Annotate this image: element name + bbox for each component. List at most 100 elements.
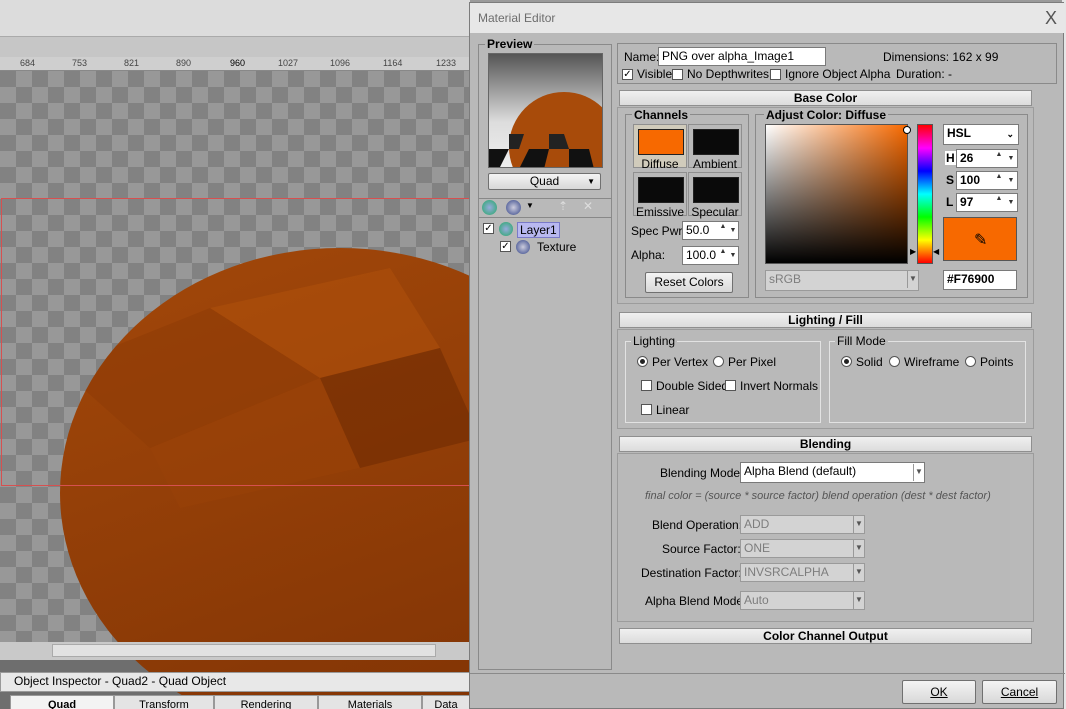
colorspace-value: sRGB (769, 272, 802, 286)
current-color-swatch[interactable]: ✎ (943, 217, 1017, 261)
spinner-down-icon[interactable]: ▼ (1006, 177, 1016, 185)
texture-checkbox[interactable]: ✓ (500, 241, 511, 252)
visible-label: Visible (637, 67, 673, 81)
delete-icon[interactable]: ✕ (583, 199, 593, 213)
layer-icon (499, 222, 513, 236)
ambient-label: Ambient (692, 157, 738, 171)
layer1-checkbox[interactable]: ✓ (483, 223, 494, 234)
destination-factor-label: Destination Factor: (641, 566, 742, 580)
blend-operation-value: ADD (744, 517, 770, 531)
dialog-titlebar: Material Editor X (470, 3, 1065, 33)
saturation-lightness-picker[interactable] (765, 124, 911, 264)
spinner-down-icon[interactable]: ▼ (728, 252, 738, 260)
spinner-up-icon[interactable]: ▲ (994, 151, 1004, 159)
solid-radio[interactable] (841, 356, 852, 367)
specular-swatch (693, 177, 739, 203)
wireframe-radio[interactable] (889, 356, 900, 367)
add-layer-icon[interactable] (482, 200, 497, 215)
per-pixel-radio[interactable] (713, 356, 724, 367)
tab-quad[interactable]: Quad (10, 695, 114, 709)
spinner-up-icon[interactable]: ▲ (718, 248, 728, 256)
hex-input[interactable]: #F76900 (943, 270, 1017, 290)
chevron-down-icon: ▼ (853, 540, 864, 557)
color-mode-value: HSL (947, 126, 971, 140)
ruler-tick: 1096 (330, 58, 351, 68)
layer1-label[interactable]: Layer1 (517, 222, 560, 238)
hue-slider[interactable] (917, 124, 933, 264)
spinner-down-icon[interactable]: ▼ (728, 227, 738, 235)
destination-factor-value: INVSRCALPHA (744, 565, 829, 579)
chevron-down-icon[interactable]: ▼ (526, 201, 534, 210)
colorspace-select: sRGB ▼ (765, 270, 919, 291)
tab-rendering[interactable]: Rendering (214, 695, 318, 709)
spec-pwr-label: Spec Pwr: (631, 224, 686, 238)
diffuse-channel[interactable]: Diffuse (633, 124, 687, 171)
reset-colors-button[interactable]: Reset Colors (645, 272, 733, 293)
footer-divider (470, 673, 1065, 674)
no-depthwrites-checkbox[interactable] (672, 69, 683, 80)
color-mode-select[interactable]: HSL ⌄ (943, 124, 1019, 145)
emissive-label: Emissive (635, 205, 684, 219)
alpha-blend-mode-select: Auto ▼ (740, 591, 865, 610)
ruler-tick: 960 (230, 58, 246, 68)
blending-mode-select[interactable]: Alpha Blend (default) ▼ (740, 462, 925, 483)
tab-data[interactable]: Data (422, 695, 470, 709)
material-preview (488, 53, 603, 168)
chevron-down-icon: ▼ (853, 516, 864, 533)
hue-slider-right-arrow-icon[interactable]: ◀ (933, 247, 939, 256)
blending-header[interactable]: Blending (619, 436, 1032, 452)
ruler-tick: 1233 (436, 58, 457, 68)
ambient-channel[interactable]: Ambient (688, 124, 742, 171)
ok-button[interactable]: OK (902, 680, 976, 704)
hue-slider-left-arrow-icon[interactable]: ▶ (910, 247, 916, 256)
visible-checkbox[interactable]: ✓ (622, 69, 633, 80)
source-factor-select: ONE ▼ (740, 539, 865, 558)
invert-normals-checkbox[interactable] (725, 380, 736, 391)
h-label: H (945, 151, 956, 165)
adjust-color-label: Adjust Color: Diffuse (764, 108, 888, 122)
alpha-blend-mode-label: Alpha Blend Mode: (645, 594, 747, 608)
add-texture-icon[interactable] (506, 200, 521, 215)
close-icon[interactable]: X (1045, 9, 1065, 29)
specular-channel[interactable]: Specular (688, 172, 742, 219)
inspector-tabs: Quad Transform Rendering Materials Data (0, 695, 470, 709)
linear-checkbox[interactable] (641, 404, 652, 415)
chevron-down-icon: ▼ (853, 564, 864, 581)
name-input[interactable]: PNG over alpha_Image1 (658, 47, 826, 66)
spinner-up-icon[interactable]: ▲ (718, 223, 728, 231)
source-factor-label: Source Factor: (662, 542, 741, 556)
emissive-channel[interactable]: Emissive (633, 172, 687, 219)
move-up-icon[interactable]: ⇡ (558, 199, 568, 213)
spinner-down-icon[interactable]: ▼ (1006, 199, 1016, 207)
base-color-header[interactable]: Base Color (619, 90, 1032, 106)
scrollbar-thumb[interactable] (52, 644, 436, 657)
texture-label[interactable]: Texture (537, 240, 576, 254)
alpha-label: Alpha: (631, 248, 666, 262)
preview-shape-dropdown[interactable]: Quad ▼ (488, 173, 601, 190)
blend-formula: final color = (source * source factor) b… (645, 490, 991, 502)
lighting-fill-header[interactable]: Lighting / Fill (619, 312, 1032, 328)
tab-materials[interactable]: Materials (318, 695, 422, 709)
spinner-down-icon[interactable]: ▼ (1006, 155, 1016, 163)
ignore-alpha-checkbox[interactable] (770, 69, 781, 80)
linear-label: Linear (656, 403, 690, 417)
dimensions-text: Dimensions: 162 x 99 (883, 50, 999, 64)
double-sided-checkbox[interactable] (641, 380, 652, 391)
picker-cursor-icon[interactable] (903, 126, 911, 134)
spinner-up-icon[interactable]: ▲ (994, 195, 1004, 203)
spinner-up-icon[interactable]: ▲ (994, 173, 1004, 181)
tab-transform[interactable]: Transform (114, 695, 214, 709)
eyedropper-icon[interactable]: ✎ (974, 230, 987, 250)
duration-text: Duration: - (896, 67, 953, 81)
blend-operation-label: Blend Operation: (652, 518, 743, 532)
cancel-button[interactable]: Cancel (982, 680, 1057, 704)
inspector-title: Object Inspector - Quad2 - Quad Object (14, 674, 227, 688)
color-channel-output-header[interactable]: Color Channel Output (619, 628, 1032, 644)
invert-normals-label: Invert Normals (740, 379, 819, 393)
l-label: L (946, 195, 954, 209)
fill-mode-label: Fill Mode (835, 334, 888, 348)
preview-label: Preview (485, 37, 535, 51)
points-radio[interactable] (965, 356, 976, 367)
per-vertex-radio[interactable] (637, 356, 648, 367)
points-label: Points (980, 355, 1014, 369)
